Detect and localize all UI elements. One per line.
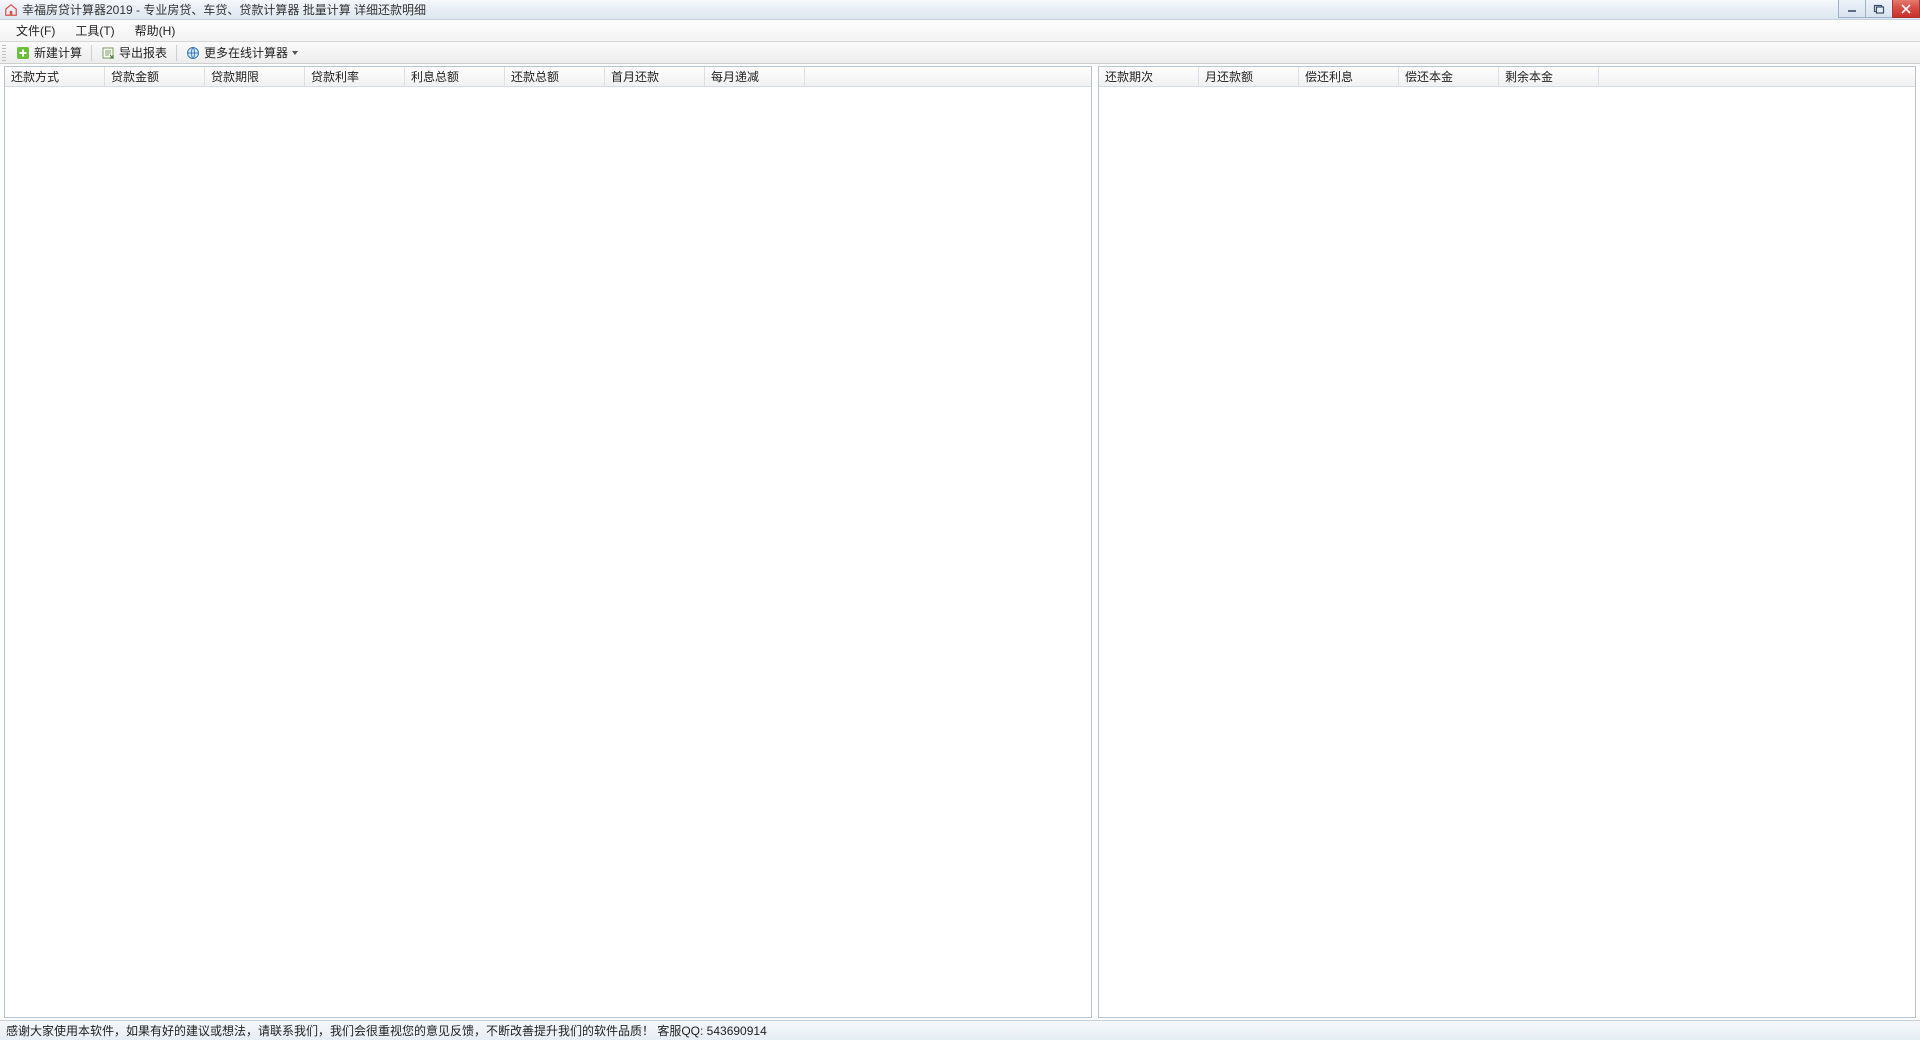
title-bar: 幸福房贷计算器2019 - 专业房贷、车贷、贷款计算器 批量计算 详细还款明细 bbox=[0, 0, 1920, 20]
menu-bar: 文件(F) 工具(T) 帮助(H) bbox=[0, 20, 1920, 42]
new-calc-label: 新建计算 bbox=[34, 44, 82, 61]
export-icon bbox=[101, 46, 115, 60]
col-loan-rate[interactable]: 贷款利率 bbox=[305, 67, 405, 86]
col-total-interest[interactable]: 利息总额 bbox=[405, 67, 505, 86]
menu-tools[interactable]: 工具(T) bbox=[65, 20, 124, 42]
more-calculators-label: 更多在线计算器 bbox=[204, 44, 288, 61]
col-period[interactable]: 还款期次 bbox=[1099, 67, 1199, 86]
globe-icon bbox=[186, 46, 200, 60]
tool-bar: 新建计算 导出报表 更多在线计算器 bbox=[0, 42, 1920, 64]
col-repayment-method[interactable]: 还款方式 bbox=[5, 67, 105, 86]
export-button[interactable]: 导出报表 bbox=[95, 43, 173, 63]
window-title: 幸福房贷计算器2019 - 专业房贷、车贷、贷款计算器 批量计算 详细还款明细 bbox=[22, 0, 426, 20]
col-loan-amount[interactable]: 贷款金额 bbox=[105, 67, 205, 86]
toolbar-separator bbox=[91, 45, 92, 61]
close-button[interactable] bbox=[1892, 0, 1920, 18]
plus-icon bbox=[16, 46, 30, 60]
menu-file[interactable]: 文件(F) bbox=[6, 20, 65, 42]
window-controls bbox=[1839, 0, 1920, 18]
toolbar-grip bbox=[2, 45, 6, 61]
payment-schedule-body[interactable] bbox=[1099, 87, 1915, 1017]
minimize-button[interactable] bbox=[1838, 0, 1866, 18]
more-calculators-button[interactable]: 更多在线计算器 bbox=[180, 43, 304, 63]
status-bar: 感谢大家使用本软件，如果有好的建议或想法，请联系我们，我们会很重视您的意见反馈，… bbox=[0, 1020, 1920, 1040]
loan-summary-body[interactable] bbox=[5, 87, 1091, 1017]
payment-schedule-header: 还款期次 月还款额 偿还利息 偿还本金 剩余本金 bbox=[1099, 67, 1915, 87]
payment-schedule-panel: 还款期次 月还款额 偿还利息 偿还本金 剩余本金 bbox=[1098, 66, 1916, 1018]
app-icon bbox=[4, 3, 18, 17]
loan-summary-panel: 还款方式 贷款金额 贷款期限 贷款利率 利息总额 还款总额 首月还款 每月递减 bbox=[4, 66, 1092, 1018]
col-first-month[interactable]: 首月还款 bbox=[605, 67, 705, 86]
col-remaining-principal[interactable]: 剩余本金 bbox=[1499, 67, 1599, 86]
col-monthly-payment[interactable]: 月还款额 bbox=[1199, 67, 1299, 86]
status-text: 感谢大家使用本软件，如果有好的建议或想法，请联系我们，我们会很重视您的意见反馈，… bbox=[6, 1022, 767, 1039]
loan-summary-header: 还款方式 贷款金额 贷款期限 贷款利率 利息总额 还款总额 首月还款 每月递减 bbox=[5, 67, 1091, 87]
col-interest-paid[interactable]: 偿还利息 bbox=[1299, 67, 1399, 86]
maximize-button[interactable] bbox=[1865, 0, 1893, 18]
menu-help[interactable]: 帮助(H) bbox=[125, 20, 186, 42]
col-monthly-decrease[interactable]: 每月递减 bbox=[705, 67, 805, 86]
col-total-repayment[interactable]: 还款总额 bbox=[505, 67, 605, 86]
col-principal-paid[interactable]: 偿还本金 bbox=[1399, 67, 1499, 86]
new-calc-button[interactable]: 新建计算 bbox=[10, 43, 88, 63]
toolbar-separator bbox=[176, 45, 177, 61]
chevron-down-icon bbox=[292, 51, 298, 55]
export-label: 导出报表 bbox=[119, 44, 167, 61]
content-area: 还款方式 贷款金额 贷款期限 贷款利率 利息总额 还款总额 首月还款 每月递减 … bbox=[0, 64, 1920, 1020]
col-loan-term[interactable]: 贷款期限 bbox=[205, 67, 305, 86]
